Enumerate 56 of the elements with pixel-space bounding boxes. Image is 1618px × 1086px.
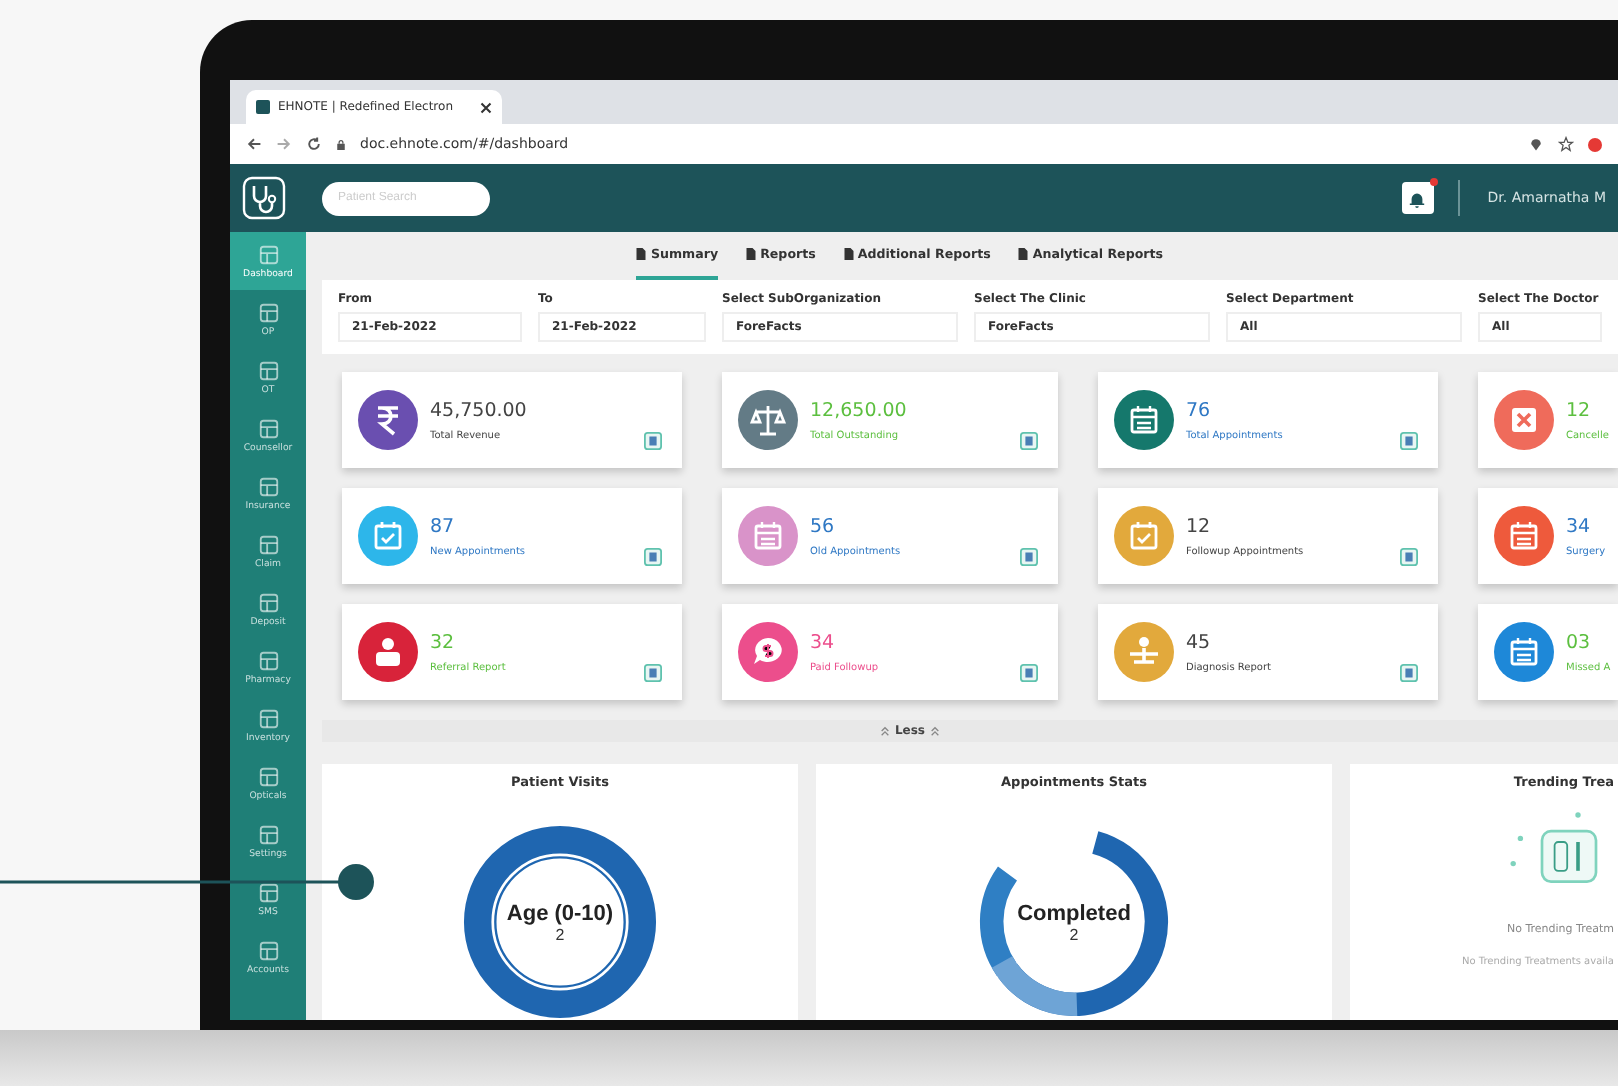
menu-item-icon	[257, 417, 279, 439]
stat-value: 03	[1566, 631, 1593, 653]
menu-item-icon	[257, 939, 279, 961]
report-icon[interactable]	[644, 548, 662, 566]
stat-value: 12,650.00	[810, 399, 909, 421]
stat-value: 34	[1566, 515, 1593, 537]
stat-value: 76	[1186, 399, 1213, 421]
report-icon[interactable]	[644, 432, 662, 450]
stat-value: 12	[1186, 515, 1213, 537]
menu-item-icon	[257, 881, 279, 903]
menu-item-icon	[257, 359, 279, 381]
report-icon[interactable]	[1020, 664, 1038, 682]
stat-value: 45	[1186, 631, 1213, 653]
document-icon	[843, 248, 854, 260]
forward-icon[interactable]	[276, 136, 292, 152]
menu-item-icon	[257, 301, 279, 323]
menu-item-icon	[257, 765, 279, 787]
donut-center-label: Completed	[1017, 901, 1131, 925]
chevron-up-icon	[929, 726, 940, 736]
stat-value: 45,750.00	[430, 399, 529, 421]
report-icon[interactable]	[1400, 664, 1418, 682]
report-icon[interactable]	[1020, 432, 1038, 450]
document-icon	[636, 248, 647, 260]
document-icon	[746, 248, 757, 260]
close-icon[interactable]	[480, 101, 492, 113]
lock-icon	[336, 137, 346, 151]
menu-item-icon	[257, 707, 279, 729]
report-icon[interactable]	[1400, 548, 1418, 566]
notification-button[interactable]	[1401, 182, 1434, 214]
menu-item-icon	[257, 649, 279, 671]
star-icon[interactable]	[1558, 136, 1574, 152]
menu-item-icon	[257, 823, 279, 845]
donut-center-count: 2	[555, 925, 565, 943]
donut-center-count: 2	[1069, 925, 1079, 943]
menu-item-icon	[257, 533, 279, 555]
stat-value: 56	[810, 515, 837, 537]
location-pin-icon[interactable]	[1528, 136, 1544, 152]
back-icon[interactable]	[246, 136, 262, 152]
stat-value: 34	[810, 631, 837, 653]
donut-center-label: Age (0-10)	[506, 901, 614, 925]
stat-value: 87	[430, 515, 457, 537]
menu-item-icon	[257, 475, 279, 497]
stethoscope-logo-icon	[242, 176, 286, 220]
chevron-up-icon	[880, 726, 891, 736]
stat-value: 32	[430, 631, 457, 653]
favicon-icon	[256, 100, 270, 114]
reload-icon[interactable]	[306, 136, 322, 152]
report-icon[interactable]	[1400, 432, 1418, 450]
menu-item-icon	[257, 591, 279, 613]
report-icon[interactable]	[1020, 548, 1038, 566]
extension-icon[interactable]	[1588, 137, 1602, 151]
stat-value: 12	[1566, 399, 1593, 421]
document-icon	[1018, 248, 1029, 260]
bell-icon	[1408, 189, 1427, 207]
report-icon[interactable]	[644, 664, 662, 682]
menu-item-icon	[257, 243, 279, 265]
